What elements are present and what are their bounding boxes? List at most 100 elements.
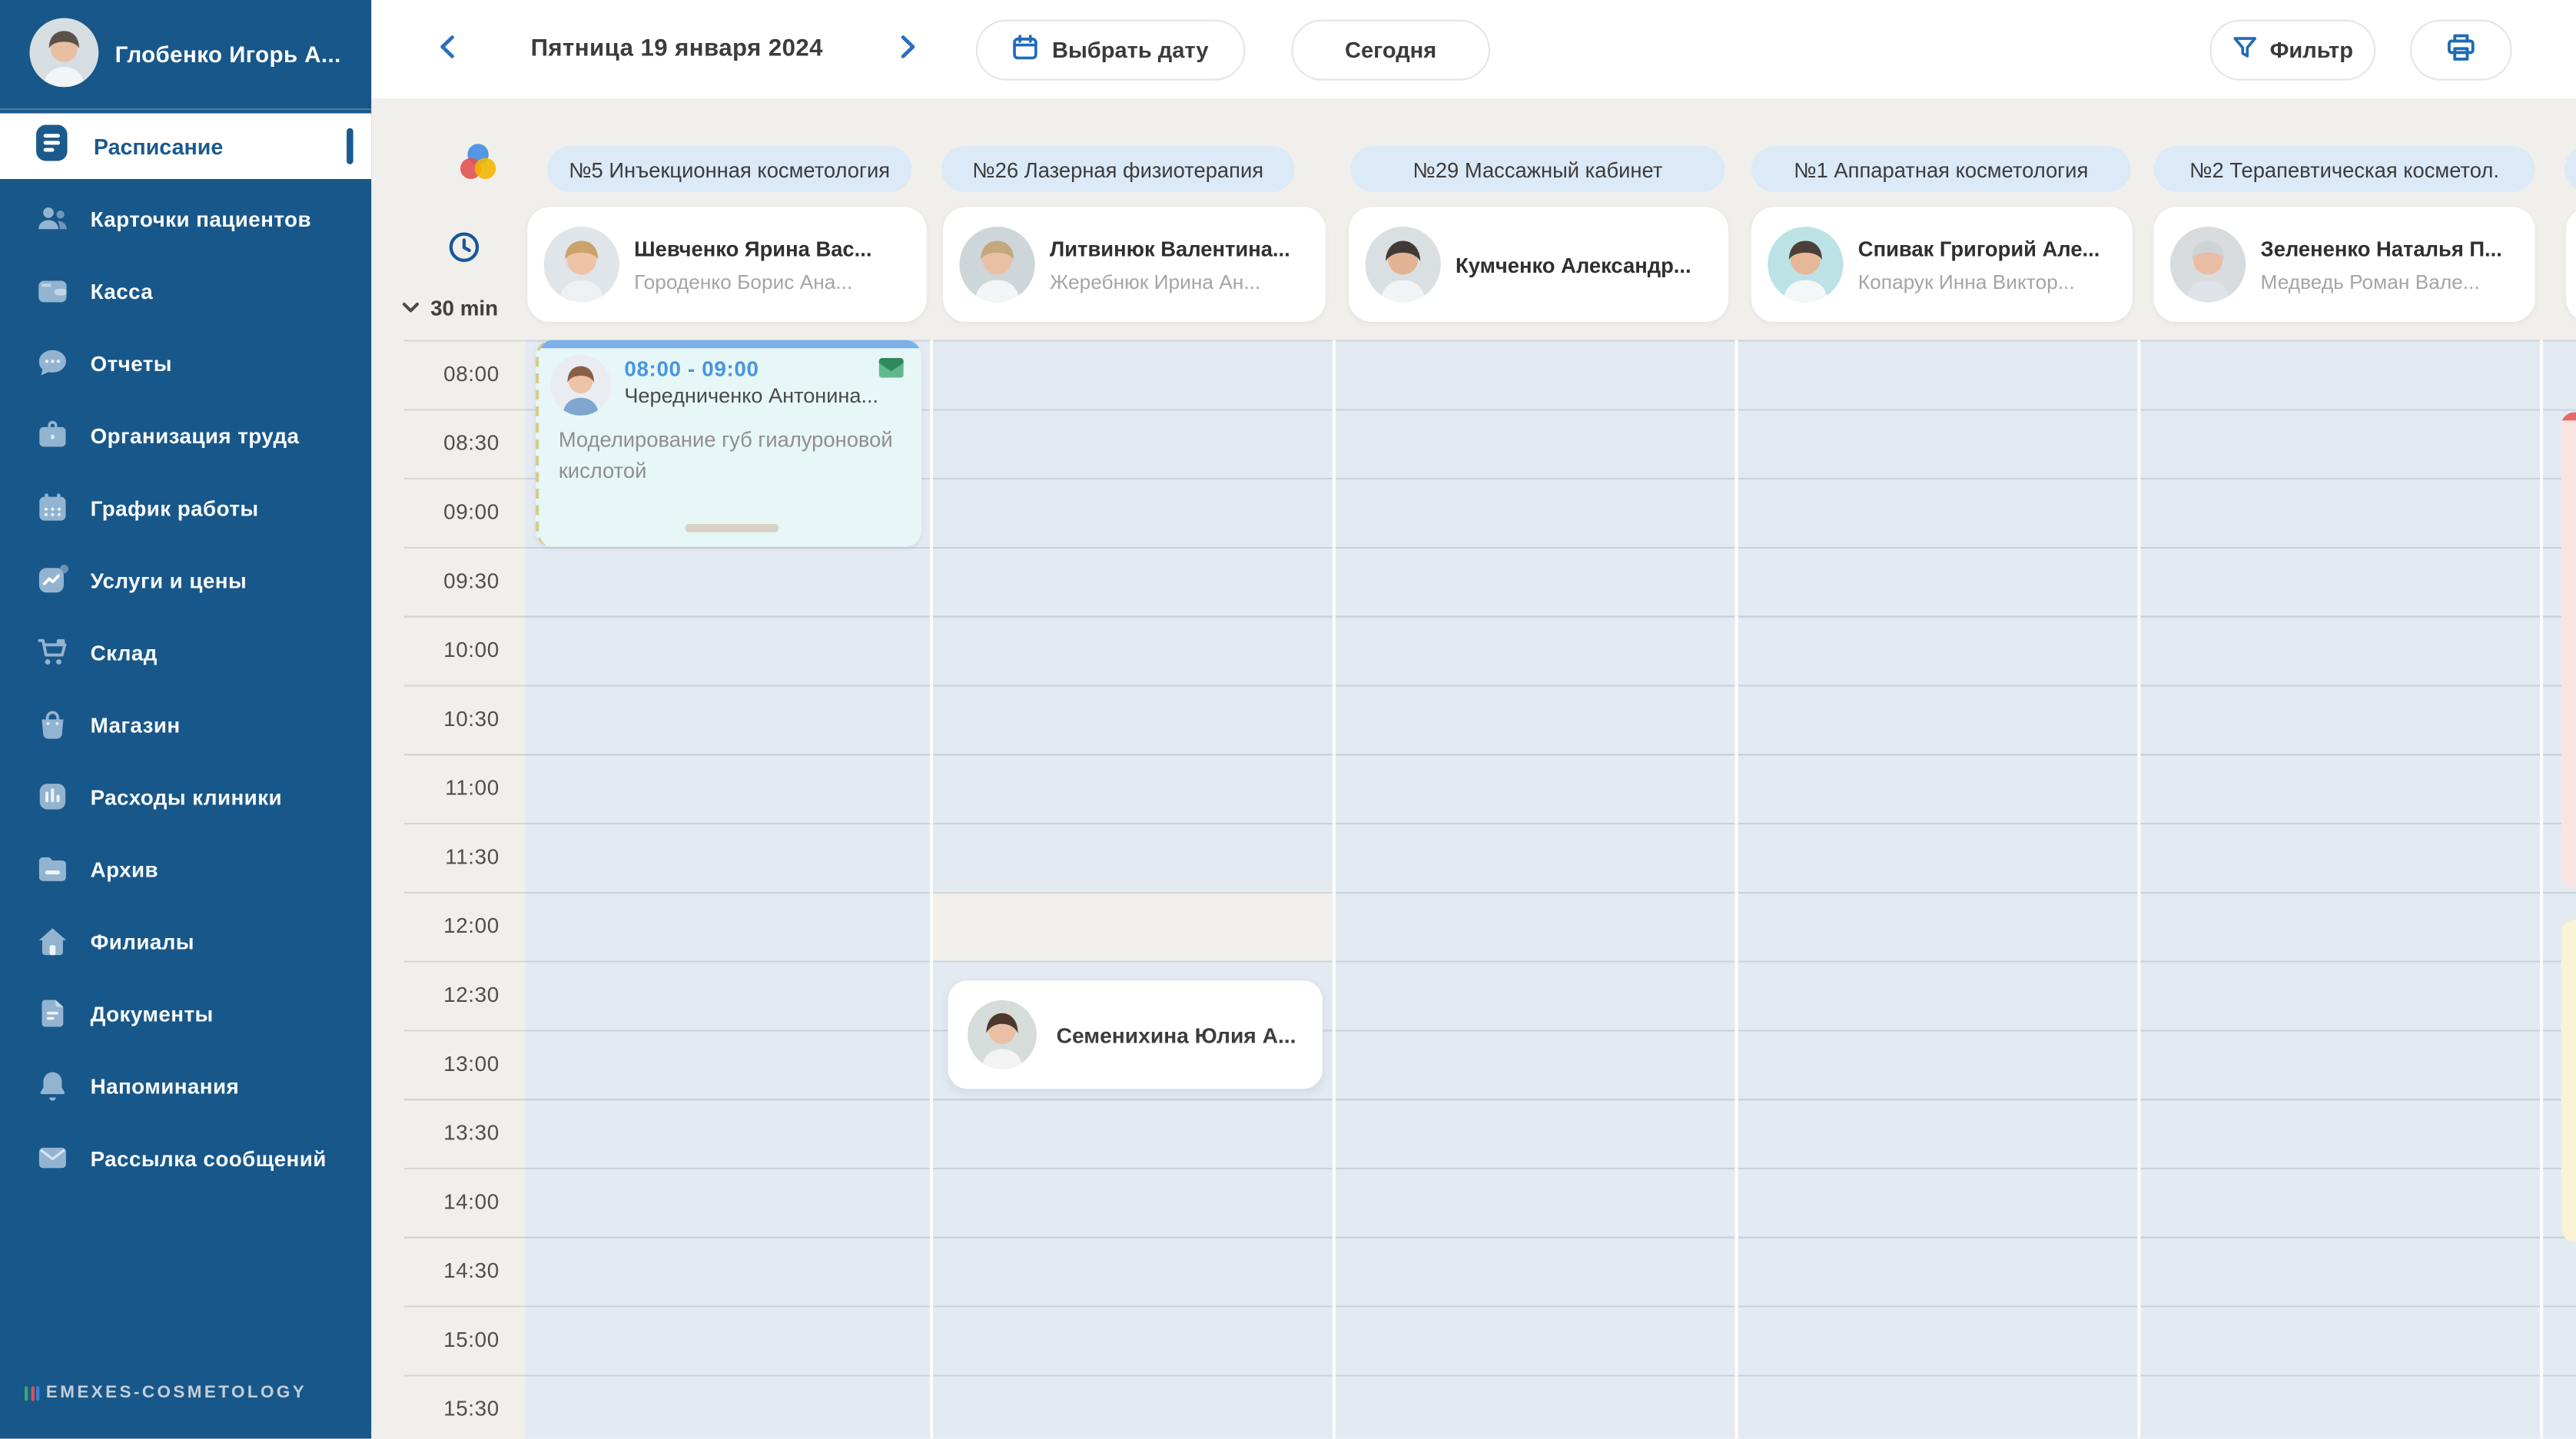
time-label: 11:30 xyxy=(404,823,500,892)
doctor-card[interactable]: Шевченко Ярина Вас... Городенко Борис Ана… xyxy=(527,207,926,322)
doctor-assistant: Городенко Борис Ана... xyxy=(634,270,871,293)
sidebar-item-archive[interactable]: Архив xyxy=(0,833,371,905)
sidebar-item-label: Напоминания xyxy=(91,1073,240,1098)
time-label: 09:00 xyxy=(404,478,500,547)
bars-icon xyxy=(36,780,69,813)
resize-handle[interactable] xyxy=(685,524,778,532)
appointment-status-bar xyxy=(2561,413,2576,421)
sidebar-item-label: Документы xyxy=(91,1001,214,1026)
interval-dropdown[interactable]: 30 min xyxy=(403,293,498,322)
doctor-name: Зелененко Наталья П... xyxy=(2261,236,2502,260)
active-indicator xyxy=(346,128,354,164)
envelope-icon xyxy=(36,1142,69,1175)
sidebar-item-services[interactable]: Услуги и цены xyxy=(0,544,371,616)
user-profile[interactable]: Глобенко Игорь А... xyxy=(0,0,371,110)
doctor-card[interactable]: Спивак Григорий Але...Копарук Инна Викто… xyxy=(1751,207,2133,322)
schedule-grid[interactable]: 08:00 08:30 09:00 09:30 10:00 10:30 11:0… xyxy=(404,340,2576,1439)
sidebar-item-messages[interactable]: Рассылка сообщений xyxy=(0,1122,371,1194)
appointment-card[interactable]: 08:00 - 09:00 Чередниченко Антонина... М… xyxy=(536,340,921,547)
room-chip: №29 Массажный кабинет xyxy=(1350,146,1725,192)
bag-icon xyxy=(36,708,69,741)
doctor-card[interactable]: Литвинюк Валентина...Жеребнюк Ирина Ан..… xyxy=(943,207,1326,322)
doctor-avatar xyxy=(2170,227,2246,302)
cart-icon xyxy=(36,635,69,668)
time-label: 13:30 xyxy=(404,1099,500,1168)
room-chip: №26 Лазерная физиотерапия xyxy=(941,146,1295,192)
sidebar-item-schedule[interactable]: Расписание xyxy=(0,114,371,180)
clock-icon xyxy=(449,231,480,263)
doctor-name: Кумченко Александр... xyxy=(1456,252,1691,277)
logo-mark-icon xyxy=(25,1386,39,1401)
print-button[interactable] xyxy=(2410,20,2512,81)
time-label: 10:30 xyxy=(404,685,500,754)
time-label: 12:30 xyxy=(404,961,500,1030)
column-separator xyxy=(1734,340,1737,1439)
house-icon xyxy=(36,925,69,958)
sidebar-item-label: Отчеты xyxy=(91,350,172,375)
filter-icon xyxy=(2232,35,2256,65)
current-date-label: Пятница 19 января 2024 xyxy=(523,0,832,98)
interval-label: 30 min xyxy=(430,295,498,320)
reports-icon xyxy=(36,346,69,380)
sidebar-item-documents[interactable]: Документы xyxy=(0,977,371,1049)
doctor-card[interactable]: Кумченко Александр... xyxy=(1349,207,1728,322)
room-chip: №1 Аппаратная косметология xyxy=(1751,146,2131,192)
appointment-time: 08:00 - 09:00 xyxy=(624,356,759,381)
patient-avatar xyxy=(550,355,611,416)
sidebar-item-label: Расходы клиники xyxy=(91,784,282,809)
services-icon xyxy=(36,563,69,596)
room-chip-partial xyxy=(2564,146,2576,192)
next-day-button[interactable] xyxy=(897,35,926,64)
schedule-icon xyxy=(36,124,68,168)
appointment-card-partial[interactable] xyxy=(2561,920,2576,1242)
appointment-card[interactable]: Семенихина Юлия А... xyxy=(948,980,1322,1089)
today-label: Сегодня xyxy=(1345,38,1436,62)
doctor-name: Шевченко Ярина Вас... xyxy=(634,236,871,260)
sidebar-item-label: Рассылка сообщений xyxy=(91,1146,327,1170)
sidebar-item-label: Магазин xyxy=(91,712,181,737)
sidebar-item-expenses[interactable]: Расходы клиники xyxy=(0,761,371,833)
pick-date-label: Выбрать дату xyxy=(1052,38,1209,62)
sidebar-item-label: Касса xyxy=(91,278,154,303)
user-name: Глобенко Игорь А... xyxy=(115,0,358,110)
appointment-patient: Чередниченко Антонина... xyxy=(624,384,907,407)
filter-button[interactable]: Фильтр xyxy=(2209,20,2375,81)
room-chip: №5 Инъекционная косметология xyxy=(547,146,912,192)
brand-logo: emexes-cosmetology xyxy=(25,1383,307,1403)
sidebar-item-reports[interactable]: Отчеты xyxy=(0,327,371,399)
appointment-card-partial[interactable] xyxy=(2561,413,2576,889)
sidebar-item-label: Организация труда xyxy=(91,423,300,447)
time-label: 08:30 xyxy=(404,409,500,478)
sidebar-item-label: Филиалы xyxy=(91,929,194,953)
sidebar-item-patients[interactable]: Карточки пациентов xyxy=(0,182,371,254)
prev-day-button[interactable] xyxy=(437,35,466,64)
sidebar-item-reminders[interactable]: Напоминания xyxy=(0,1049,371,1122)
sidebar: Глобенко Игорь А... Расписание Карточки … xyxy=(0,0,371,1439)
user-avatar xyxy=(29,18,98,88)
chevron-down-icon xyxy=(403,293,419,322)
doctor-card-partial xyxy=(2566,207,2576,322)
sidebar-item-shop[interactable]: Магазин xyxy=(0,688,371,761)
sidebar-item-cashbox[interactable]: Касса xyxy=(0,254,371,327)
pick-date-button[interactable]: Выбрать дату xyxy=(976,20,1246,81)
doctor-avatar xyxy=(544,227,619,302)
sidebar-item-warehouse[interactable]: Склад xyxy=(0,616,371,688)
room-chip: №2 Терапевтическая косметол. xyxy=(2154,146,2535,192)
doctor-assistant: Копарук Инна Виктор... xyxy=(1858,270,2100,293)
sidebar-item-label: График работы xyxy=(91,496,259,520)
time-label: 14:30 xyxy=(404,1237,500,1306)
palette-icon[interactable] xyxy=(456,141,500,184)
today-button[interactable]: Сегодня xyxy=(1291,20,1490,81)
doctor-card[interactable]: Зелененко Наталья П...Медведь Роман Вале… xyxy=(2154,207,2535,322)
time-label: 12:00 xyxy=(404,892,500,961)
sidebar-item-organization[interactable]: Организация труда xyxy=(0,399,371,471)
time-label: 08:00 xyxy=(404,340,500,409)
sidebar-item-label: Расписание xyxy=(94,134,223,158)
time-label: 09:30 xyxy=(404,547,500,616)
bell-icon xyxy=(36,1069,69,1102)
sidebar-item-branches[interactable]: Филиалы xyxy=(0,905,371,977)
doctor-name: Литвинюк Валентина... xyxy=(1050,236,1290,260)
sidebar-nav: Карточки пациентов Касса Отчеты Организа… xyxy=(0,182,371,1194)
schedule-area: 30 min №5 Инъекционная косметология №26 … xyxy=(371,98,2576,1439)
sidebar-item-work-schedule[interactable]: График работы xyxy=(0,472,371,544)
